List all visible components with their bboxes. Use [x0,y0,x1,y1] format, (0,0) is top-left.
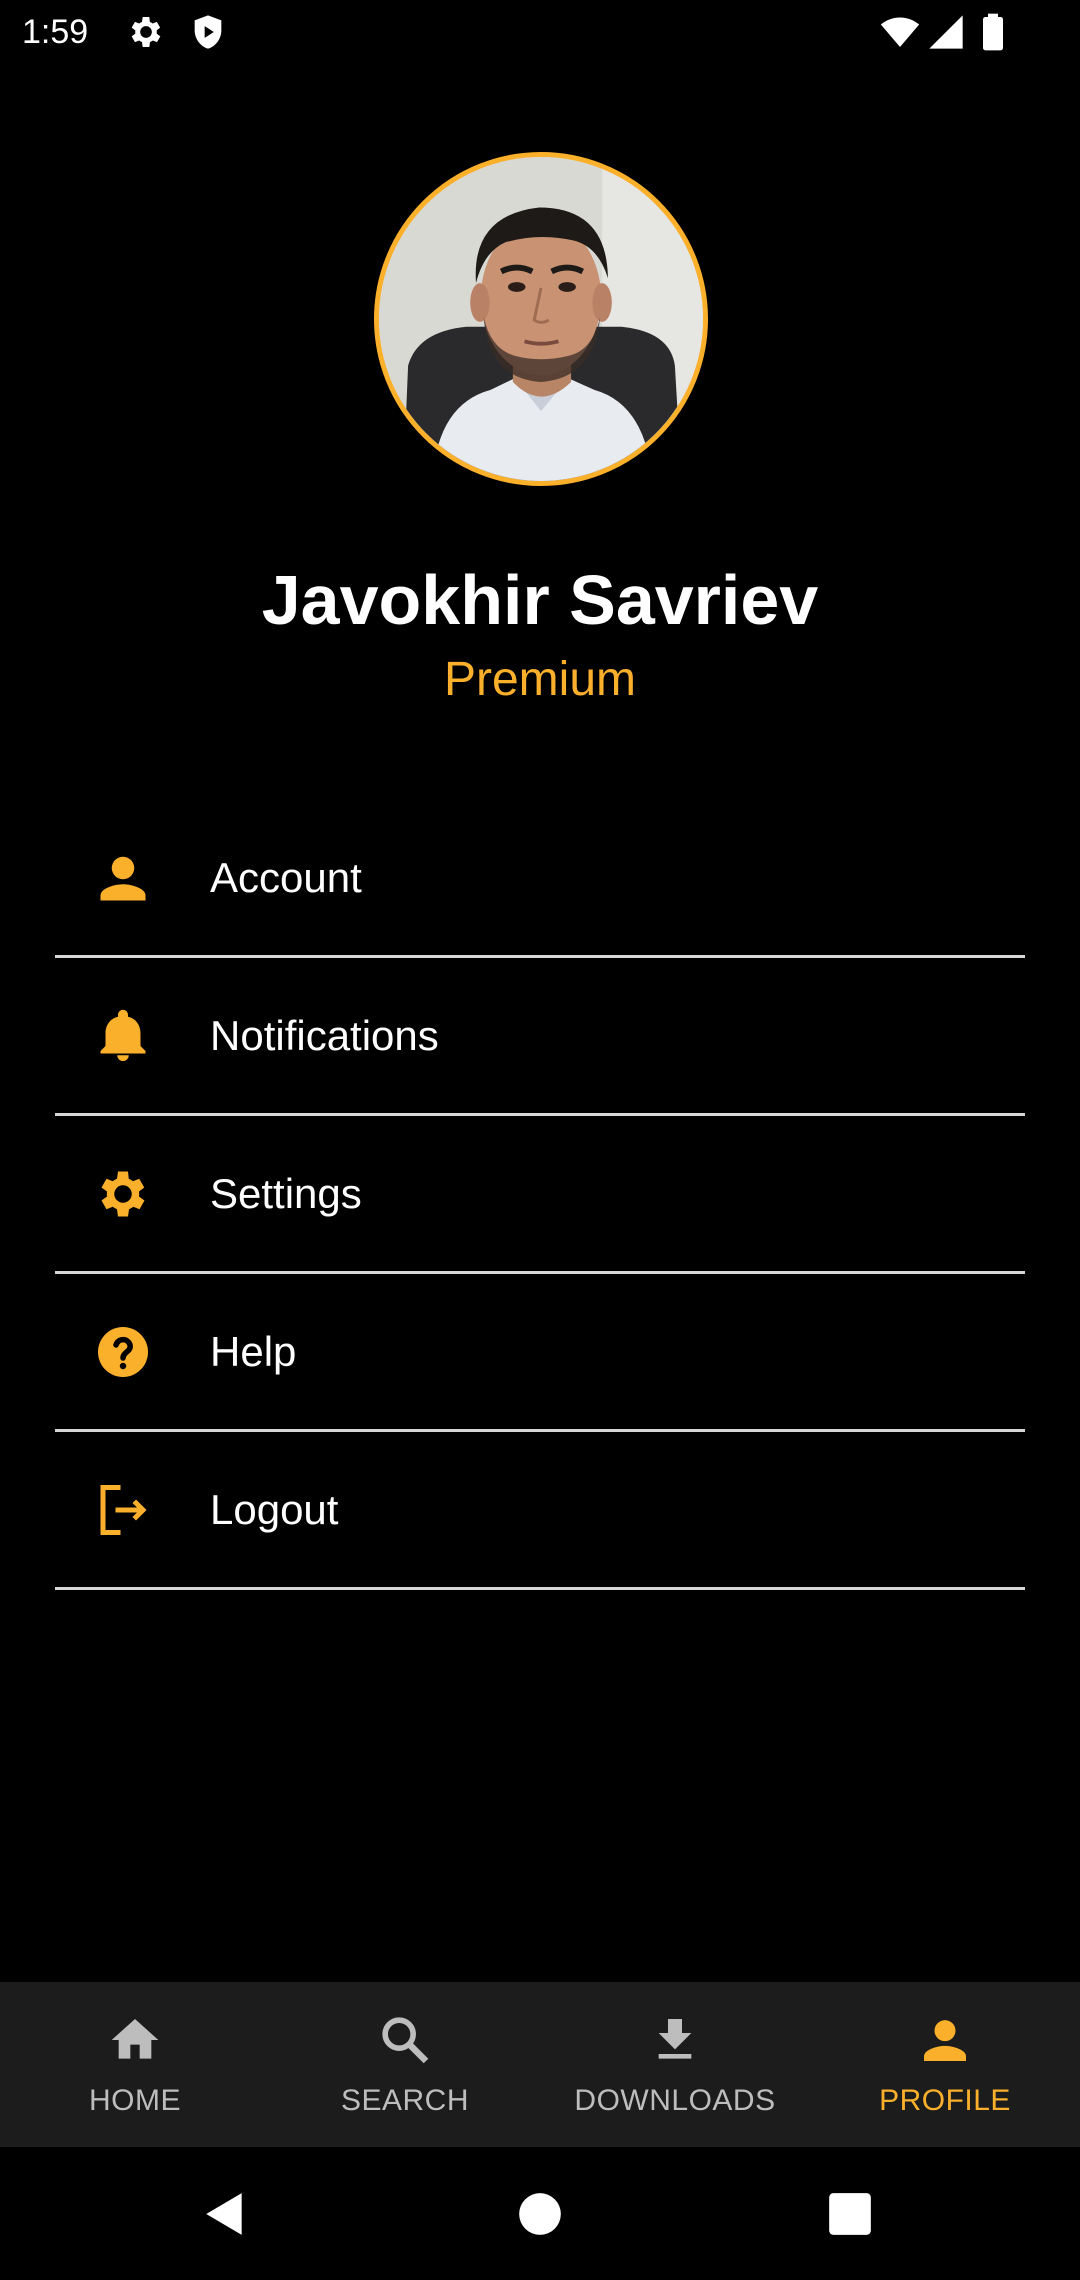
nav-downloads[interactable]: DOWNLOADS [540,1982,810,2147]
user-plan-badge: Premium [443,653,637,706]
menu-item-label: Logout [210,1485,339,1533]
status-time: 1:59 [22,13,89,51]
nav-label: PROFILE [879,2084,1011,2117]
menu-item-label: Account [210,853,362,901]
system-navigation-bar [0,2147,1080,2280]
nav-profile[interactable]: PROFILE [810,1982,1080,2147]
nav-label: HOME [89,2084,181,2117]
menu-item-label: Settings [210,1169,362,1217]
profile-menu: Account Notifications Settings Help Logo… [55,800,1025,1590]
wifi-icon [880,12,920,52]
back-icon[interactable] [200,2189,250,2239]
person-icon [93,848,153,908]
home-icon [107,2012,163,2068]
menu-item-label: Notifications [210,1011,439,1059]
bottom-navigation: HOME SEARCH DOWNLOADS PROFILE [0,1982,1080,2147]
menu-item-account[interactable]: Account [55,800,1025,958]
bell-icon [93,1006,153,1066]
nav-label: SEARCH [340,2084,470,2117]
home-circle-icon[interactable] [515,2189,565,2239]
menu-item-label: Help [210,1327,297,1375]
menu-item-logout[interactable]: Logout [55,1432,1025,1590]
profile-avatar[interactable] [374,152,708,486]
nav-search[interactable]: SEARCH [270,1982,540,2147]
gear-icon [93,1164,153,1224]
battery-icon [975,12,1011,52]
status-bar: 1:59 [0,0,1080,64]
menu-item-notifications[interactable]: Notifications [55,958,1025,1116]
logout-icon [93,1480,153,1540]
recents-square-icon[interactable] [825,2189,875,2239]
nav-home[interactable]: HOME [0,1982,270,2147]
signal-icon [926,12,966,52]
download-icon [647,2012,703,2068]
settings-icon [126,12,166,52]
nav-label: DOWNLOADS [574,2084,776,2117]
menu-item-settings[interactable]: Settings [55,1116,1025,1274]
user-name: Javokhir Savriev [261,561,819,639]
search-icon [377,2012,433,2068]
shield-icon [188,12,228,52]
menu-item-help[interactable]: Help [55,1274,1025,1432]
help-icon [93,1322,153,1382]
profile-icon [917,2012,973,2068]
